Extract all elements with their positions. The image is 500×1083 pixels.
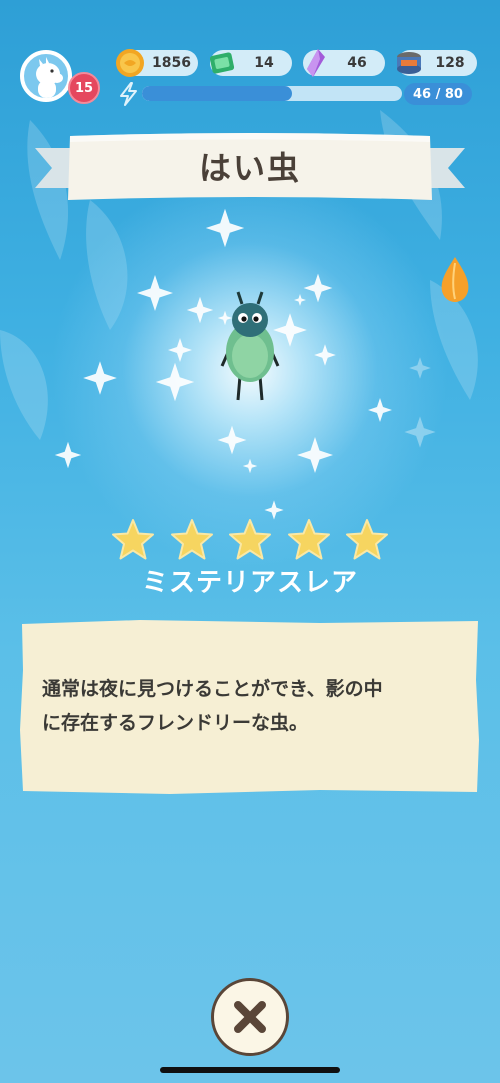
description-text: 通常は夜に見つけることができ、影の中 に存在するフレンドリーな虫。: [42, 672, 462, 740]
seed-drop-icon[interactable]: [438, 255, 472, 303]
ticket-counter[interactable]: 14: [209, 50, 292, 76]
coin-count: 1856: [152, 55, 191, 71]
description-line-2: に存在するフレンドリーな虫。: [42, 712, 309, 734]
star-icon: [229, 519, 271, 560]
star-icon: [287, 519, 330, 560]
energy-count: 46 / 80: [404, 83, 472, 105]
ticket-count: 14: [254, 55, 274, 71]
beetle-creature: [220, 291, 280, 401]
crystal-icon: [307, 49, 325, 77]
rarity-label: ミステリアスレア: [141, 568, 358, 598]
close-button[interactable]: [211, 978, 289, 1056]
level-badge: 15: [68, 72, 100, 104]
player-avatar[interactable]: [20, 50, 72, 102]
creature-title: はい虫: [198, 149, 301, 187]
can-count: 128: [435, 55, 465, 71]
crystal-counter[interactable]: 46: [303, 49, 385, 77]
star-icon: [346, 519, 388, 560]
crystal-count: 46: [347, 55, 367, 71]
star-rating: [110, 517, 390, 565]
star-icon: [170, 519, 213, 560]
star-icon: [112, 519, 154, 560]
energy-bar-fill: [142, 86, 292, 101]
coin-icon: [116, 49, 144, 77]
can-icon: [397, 52, 421, 74]
description-line-1: 通常は夜に見つけることができ、影の中: [42, 678, 383, 700]
close-icon: [234, 1001, 266, 1033]
lightning-icon: [120, 82, 137, 106]
coin-counter[interactable]: 1856: [116, 49, 198, 77]
moomin-avatar-icon: [36, 57, 63, 98]
can-counter[interactable]: 128: [397, 50, 477, 76]
energy-bar: [142, 86, 402, 101]
home-indicator: [160, 1067, 340, 1073]
ticket-icon: [209, 52, 235, 74]
